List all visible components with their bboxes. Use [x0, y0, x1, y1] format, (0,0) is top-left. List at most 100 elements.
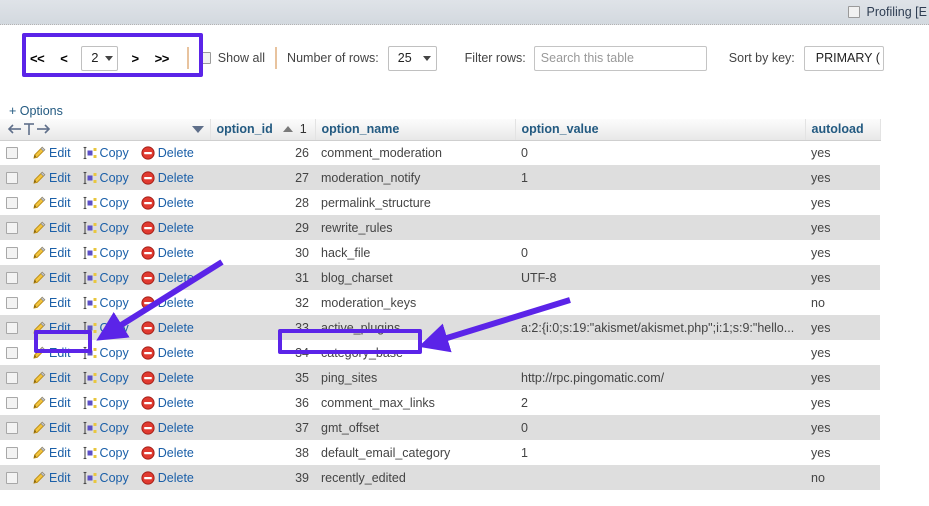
copy-link[interactable]: Copy	[83, 471, 129, 485]
delete-link[interactable]: Delete	[141, 196, 194, 210]
copy-link[interactable]: Copy	[83, 146, 129, 160]
delete-link[interactable]: Delete	[141, 146, 194, 160]
table-row[interactable]: EditCopyDelete30hack_file0yes	[0, 240, 880, 265]
delete-circle-icon	[141, 396, 155, 410]
copy-link[interactable]: Copy	[83, 246, 129, 260]
delete-link[interactable]: Delete	[141, 171, 194, 185]
table-row[interactable]: EditCopyDelete26comment_moderation0yes	[0, 140, 880, 165]
edit-link[interactable]: Edit	[32, 221, 71, 235]
row-select-checkbox[interactable]	[6, 397, 18, 409]
table-row[interactable]: EditCopyDelete33active_pluginsa:2:{i:0;s…	[0, 315, 880, 340]
row-select-checkbox[interactable]	[6, 172, 18, 184]
edit-link[interactable]: Edit	[32, 271, 71, 285]
filter-rows-label: Filter rows:	[465, 51, 526, 65]
row-select-checkbox[interactable]	[6, 447, 18, 459]
last-page-button[interactable]: >>	[147, 49, 177, 68]
delete-link[interactable]: Delete	[141, 471, 194, 485]
copy-link[interactable]: Copy	[83, 396, 129, 410]
row-select-checkbox[interactable]	[6, 347, 18, 359]
page-number-select[interactable]: 2	[81, 46, 117, 71]
table-row[interactable]: EditCopyDelete35ping_siteshttp://rpc.pin…	[0, 365, 880, 390]
header-option-id[interactable]: option_id 1	[210, 119, 315, 140]
copy-link[interactable]: Copy	[83, 421, 129, 435]
table-row[interactable]: EditCopyDelete38default_email_category1y…	[0, 440, 880, 465]
copy-link[interactable]: Copy	[83, 271, 129, 285]
row-select-checkbox[interactable]	[6, 472, 18, 484]
sort-by-key-select[interactable]: PRIMARY (	[804, 46, 884, 71]
delete-link[interactable]: Delete	[141, 446, 194, 460]
show-all-toggle[interactable]: Show all	[199, 51, 265, 65]
table-row[interactable]: EditCopyDelete34category_baseyes	[0, 340, 880, 365]
edit-link[interactable]: Edit	[32, 246, 71, 260]
edit-link[interactable]: Edit	[32, 471, 71, 485]
profiling-checkbox[interactable]	[848, 6, 860, 18]
table-row[interactable]: EditCopyDelete37gmt_offset0yes	[0, 415, 880, 440]
delete-link[interactable]: Delete	[141, 421, 194, 435]
previous-page-button[interactable]: <	[52, 49, 75, 68]
edit-link-label: Edit	[49, 171, 71, 185]
edit-link[interactable]: Edit	[32, 321, 71, 335]
pencil-icon	[32, 296, 46, 310]
edit-link[interactable]: Edit	[32, 146, 71, 160]
copy-link[interactable]: Copy	[83, 221, 129, 235]
delete-link[interactable]: Delete	[141, 296, 194, 310]
cell-option-name: ping_sites	[315, 365, 515, 390]
row-select-checkbox[interactable]	[6, 197, 18, 209]
delete-link[interactable]: Delete	[141, 371, 194, 385]
delete-link[interactable]: Delete	[141, 321, 194, 335]
row-select-checkbox[interactable]	[6, 322, 18, 334]
options-toggle-link[interactable]: + Options	[9, 104, 63, 118]
copy-link[interactable]: Copy	[83, 371, 129, 385]
delete-link[interactable]: Delete	[141, 396, 194, 410]
table-row[interactable]: EditCopyDelete32moderation_keysno	[0, 290, 880, 315]
pencil-icon	[32, 271, 46, 285]
edit-link[interactable]: Edit	[32, 171, 71, 185]
row-select-checkbox[interactable]	[6, 272, 18, 284]
edit-link[interactable]: Edit	[32, 396, 71, 410]
row-select-checkbox[interactable]	[6, 247, 18, 259]
copy-link-label: Copy	[100, 221, 129, 235]
cell-option-id: 29	[210, 215, 315, 240]
row-select-checkbox[interactable]	[6, 372, 18, 384]
edit-link[interactable]: Edit	[32, 196, 71, 210]
row-select-checkbox[interactable]	[6, 147, 18, 159]
first-page-button[interactable]: <<	[22, 49, 52, 68]
delete-link[interactable]: Delete	[141, 271, 194, 285]
row-select-checkbox[interactable]	[6, 422, 18, 434]
copy-icon	[83, 471, 97, 485]
copy-link[interactable]: Copy	[83, 296, 129, 310]
edit-link[interactable]: Edit	[32, 371, 71, 385]
table-row[interactable]: EditCopyDelete27moderation_notify1yes	[0, 165, 880, 190]
table-row[interactable]: EditCopyDelete36comment_max_links2yes	[0, 390, 880, 415]
copy-link[interactable]: Copy	[83, 196, 129, 210]
row-select-checkbox[interactable]	[6, 222, 18, 234]
edit-link[interactable]: Edit	[32, 446, 71, 460]
table-row[interactable]: EditCopyDelete28permalink_structureyes	[0, 190, 880, 215]
edit-link[interactable]: Edit	[32, 346, 71, 360]
delete-link[interactable]: Delete	[141, 346, 194, 360]
table-row[interactable]: EditCopyDelete29rewrite_rulesyes	[0, 215, 880, 240]
table-row[interactable]: EditCopyDelete39recently_editedno	[0, 465, 880, 490]
next-page-button[interactable]: >	[124, 49, 147, 68]
cell-option-id: 28	[210, 190, 315, 215]
table-navigation-icon[interactable]	[6, 122, 52, 136]
header-option-value[interactable]: option_value	[515, 119, 805, 140]
edit-link[interactable]: Edit	[32, 421, 71, 435]
copy-link[interactable]: Copy	[83, 446, 129, 460]
header-option-name[interactable]: option_name	[315, 119, 515, 140]
copy-link[interactable]: Copy	[83, 346, 129, 360]
table-row[interactable]: EditCopyDelete31blog_charsetUTF-8yes	[0, 265, 880, 290]
show-all-checkbox[interactable]	[199, 52, 211, 64]
edit-link[interactable]: Edit	[32, 296, 71, 310]
header-autoload[interactable]: autoload	[805, 119, 880, 140]
delete-link[interactable]: Delete	[141, 246, 194, 260]
delete-link[interactable]: Delete	[141, 221, 194, 235]
chevron-down-icon[interactable]	[192, 126, 204, 133]
copy-link[interactable]: Copy	[83, 171, 129, 185]
number-of-rows-select[interactable]: 25	[388, 46, 437, 71]
filter-rows-input[interactable]: Search this table	[534, 46, 707, 71]
copy-link[interactable]: Copy	[83, 321, 129, 335]
delete-circle-icon	[141, 296, 155, 310]
profiling-toggle[interactable]: Profiling [E	[848, 5, 927, 19]
row-select-checkbox[interactable]	[6, 297, 18, 309]
